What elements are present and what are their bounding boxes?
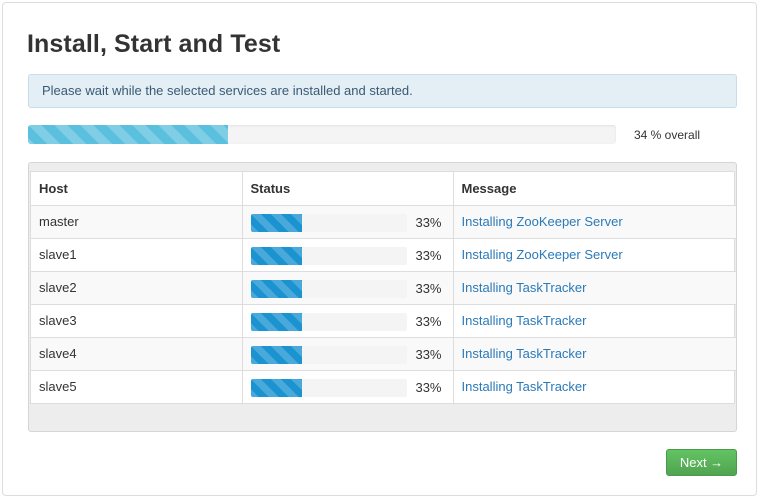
- host-name[interactable]: master: [31, 205, 243, 239]
- host-message-cell: Installing TaskTracker: [453, 271, 736, 305]
- host-progress-bar: [250, 312, 407, 331]
- header-status[interactable]: Status: [242, 172, 454, 206]
- host-progress-bar: [250, 345, 407, 364]
- hosts-table: Host Status Message master 33% Installing …: [31, 172, 736, 403]
- table-row: slave5 33% Installing TaskTracker: [31, 370, 736, 403]
- host-message-cell: Installing TaskTracker: [453, 337, 736, 371]
- overall-progress-label: 34 % overall: [634, 128, 701, 142]
- alert-text: Please wait while the selected services …: [42, 83, 413, 98]
- host-status: 33%: [242, 370, 454, 403]
- host-progress-bar: [250, 213, 407, 232]
- host-progress-fill: [250, 279, 302, 298]
- host-progress-percent: 33%: [415, 214, 442, 230]
- host-message-link[interactable]: Installing TaskTracker: [462, 346, 587, 361]
- host-message-link[interactable]: Installing ZooKeeper Server: [462, 247, 623, 262]
- host-progress-fill: [250, 378, 302, 397]
- host-progress-bar: [250, 246, 407, 265]
- host-progress-fill: [250, 246, 302, 265]
- hosts-table-scroll: Host Status Message master 33% Installing …: [30, 171, 736, 404]
- host-message-cell: Installing TaskTracker: [453, 370, 736, 403]
- overall-progress-fill: [28, 125, 228, 144]
- host-name[interactable]: slave3: [31, 304, 243, 338]
- host-message-link[interactable]: Installing TaskTracker: [462, 313, 587, 328]
- table-row: slave4 33% Installing TaskTracker: [31, 337, 736, 371]
- info-alert: Please wait while the selected services …: [28, 74, 737, 108]
- host-progress-fill: [250, 345, 302, 364]
- host-progress-percent: 33%: [415, 379, 442, 395]
- host-message-link[interactable]: Installing ZooKeeper Server: [462, 214, 623, 229]
- table-row: master 33% Installing ZooKeeper Server: [31, 205, 736, 239]
- host-name[interactable]: slave2: [31, 271, 243, 305]
- host-message-cell: Installing TaskTracker: [453, 304, 736, 338]
- host-name[interactable]: slave5: [31, 370, 243, 403]
- table-row: slave3 33% Installing TaskTracker: [31, 304, 736, 338]
- next-button[interactable]: Next →: [666, 449, 737, 476]
- hosts-table-container: Host Status Message master 33% Installing …: [28, 162, 737, 432]
- host-progress-bar: [250, 378, 407, 397]
- host-progress-fill: [250, 312, 302, 331]
- host-message-link[interactable]: Installing TaskTracker: [462, 280, 587, 295]
- host-progress-bar: [250, 279, 407, 298]
- overall-progress-bar: [28, 125, 616, 144]
- header-host[interactable]: Host: [31, 172, 243, 206]
- host-progress-percent: 33%: [415, 346, 442, 362]
- host-status: 33%: [242, 337, 454, 371]
- host-message-link[interactable]: Installing TaskTracker: [462, 379, 587, 394]
- host-progress-percent: 33%: [415, 280, 442, 296]
- host-progress-percent: 33%: [415, 247, 442, 263]
- table-header-row: Host Status Message: [31, 172, 736, 206]
- host-status: 33%: [242, 205, 454, 239]
- host-message-cell: Installing ZooKeeper Server: [453, 238, 736, 272]
- wizard-panel: Install, Start and Test Please wait whil…: [2, 2, 757, 496]
- host-progress-fill: [250, 213, 302, 232]
- host-name[interactable]: slave1: [31, 238, 243, 272]
- host-progress-percent: 33%: [415, 313, 442, 329]
- host-name[interactable]: slave4: [31, 337, 243, 371]
- host-status: 33%: [242, 271, 454, 305]
- host-status: 33%: [242, 304, 454, 338]
- host-status: 33%: [242, 238, 454, 272]
- host-message-cell: Installing ZooKeeper Server: [453, 205, 736, 239]
- header-message[interactable]: Message: [453, 172, 736, 206]
- table-row: slave2 33% Installing TaskTracker: [31, 271, 736, 305]
- table-row: slave1 33% Installing ZooKeeper Server: [31, 238, 736, 272]
- page-title: Install, Start and Test: [27, 30, 281, 58]
